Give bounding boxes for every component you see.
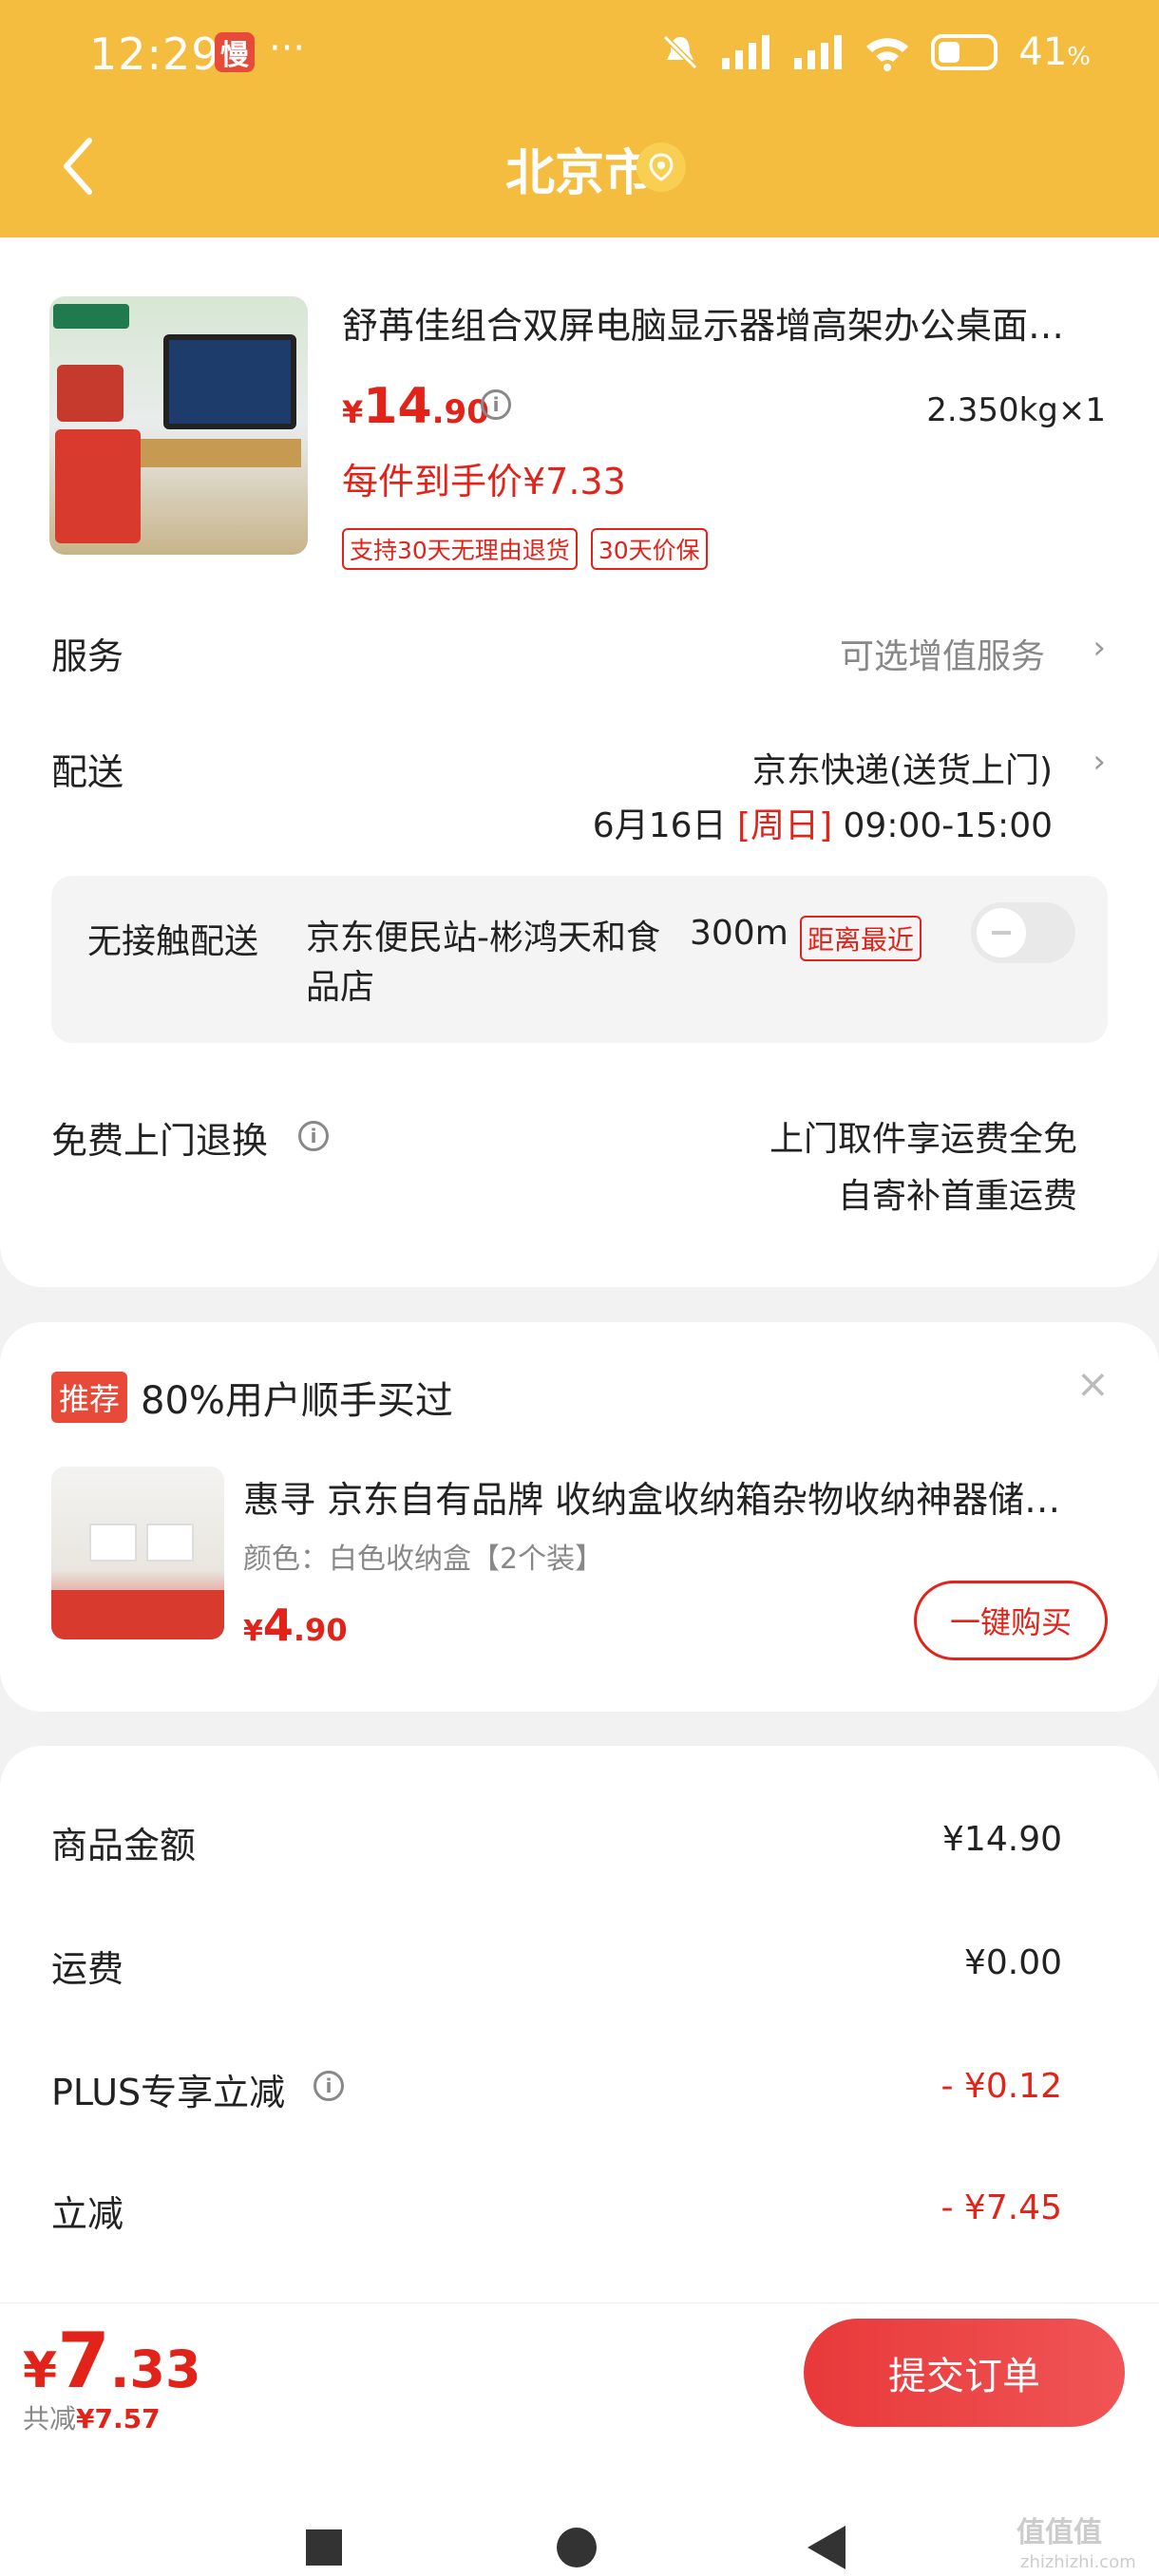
- status-time: 12:29: [89, 28, 220, 80]
- product-image[interactable]: [49, 296, 308, 555]
- battery-icon: [931, 34, 998, 70]
- free-return-info-icon[interactable]: i: [298, 1121, 329, 1151]
- mute-icon: [663, 34, 698, 70]
- shipping-value: ¥0.00: [963, 1943, 1062, 1982]
- unit-price: 每件到手价¥7.33: [342, 461, 626, 502]
- chevron-right-icon[interactable]: ›: [1092, 629, 1106, 667]
- battery-percent: 41%: [1018, 30, 1091, 74]
- nearest-tag: 距离最近: [800, 916, 922, 961]
- recommend-product-title[interactable]: 惠寻 京东自有品牌 收纳盒收纳箱杂物收纳神器储…: [243, 1470, 1079, 1523]
- free-return-label: 免费上门退换: [51, 1120, 269, 1162]
- header-bar: 12:29 慢 ··· 41% 北京市: [0, 0, 1159, 237]
- page-title: 北京市: [504, 145, 654, 202]
- chevron-right-icon[interactable]: ›: [1092, 743, 1106, 781]
- product-title[interactable]: 舒苒佳组合双屏电脑显示器增高架办公桌面…: [342, 296, 1102, 349]
- status-bar: 12:29 慢 ··· 41%: [0, 0, 1159, 112]
- more-notifications-icon: ···: [269, 27, 306, 70]
- price-summary-card: 商品金额 ¥14.90 运费 ¥0.00 PLUS专享立减 i - ¥0.12 …: [0, 1746, 1159, 2316]
- submit-order-button[interactable]: 提交订单: [804, 2319, 1125, 2427]
- return-tag: 支持30天无理由退货: [342, 528, 578, 570]
- service-value[interactable]: 可选增值服务: [840, 629, 1045, 678]
- recommend-product-price: ¥4.90: [243, 1600, 348, 1651]
- plus-discount-value: - ¥0.12: [940, 2067, 1063, 2106]
- recommend-card: 推荐 80%用户顺手买过 × 惠寻 京东自有品牌 收纳盒收纳箱杂物收纳神器储… …: [0, 1322, 1159, 1712]
- one-click-buy-button[interactable]: 一键购买: [914, 1581, 1108, 1660]
- goods-amount-value: ¥14.90: [942, 1820, 1062, 1859]
- price-protect-tag: 30天价保: [590, 528, 708, 570]
- status-icons: 41%: [661, 28, 1091, 76]
- wifi-icon: [866, 38, 909, 71]
- recommend-product-image[interactable]: [51, 1467, 224, 1639]
- delivery-label: 配送: [51, 751, 124, 793]
- contactless-delivery-box: 无接触配送 京东便民站-彬鸿天和食品店 300m 距离最近: [51, 876, 1108, 1043]
- discount-label: 立减: [51, 2193, 124, 2235]
- total-price: ¥7.33: [23, 2317, 201, 2405]
- free-return-line1: 上门取件享运费全免: [769, 1120, 1077, 1159]
- total-saved: 共减¥7.57: [23, 2403, 161, 2434]
- watermark-url: zhizhizhi.com: [1020, 2552, 1136, 2572]
- recent-apps-icon[interactable]: [306, 2529, 342, 2566]
- watermark: 值值值: [1016, 2516, 1102, 2549]
- service-label: 服务: [51, 635, 124, 677]
- checkout-bar: ¥7.33 共减¥7.57 提交订单 值值值 zhizhizhi.com: [0, 2302, 1159, 2576]
- contactless-label: 无接触配送: [87, 922, 259, 961]
- close-icon[interactable]: ×: [1076, 1360, 1110, 1407]
- product-tags: 支持30天无理由退货 30天价保: [342, 528, 708, 570]
- shipping-label: 运费: [51, 1948, 124, 1990]
- back-icon[interactable]: [808, 2526, 846, 2569]
- plus-discount-label: PLUS专享立减: [51, 2072, 286, 2113]
- store-distance: 300m: [690, 914, 788, 953]
- contactless-toggle[interactable]: [971, 902, 1075, 963]
- free-return-line2: 自寄补首重运费: [837, 1177, 1077, 1216]
- delivery-method[interactable]: 京东快递(送货上门): [752, 743, 1053, 792]
- location-pin-icon[interactable]: [636, 142, 686, 192]
- app-notification-icon: 慢: [215, 32, 255, 72]
- discount-value: - ¥7.45: [940, 2188, 1063, 2227]
- product-price: ¥14.90: [342, 378, 489, 435]
- goods-amount-label: 商品金额: [51, 1825, 197, 1866]
- plus-info-icon[interactable]: i: [314, 2071, 344, 2101]
- recommend-badge: 推荐: [51, 1372, 128, 1423]
- signal-icon-2: [794, 35, 843, 69]
- signal-icon: [722, 35, 770, 69]
- system-nav-bar: [0, 2484, 1159, 2575]
- home-icon[interactable]: [557, 2528, 597, 2567]
- delivery-time: 6月16日 [周日] 09:00-15:00: [592, 806, 1053, 845]
- pickup-store: 京东便民站-彬鸿天和食品店: [306, 919, 660, 1007]
- recommend-product-color: 颜色：白色收纳盒【2个装】: [243, 1543, 604, 1576]
- recommend-text: 80%用户顺手买过: [141, 1379, 453, 1423]
- price-info-icon[interactable]: i: [481, 389, 511, 420]
- product-weight: 2.350kg×1: [926, 391, 1106, 429]
- order-card: 舒苒佳组合双屏电脑显示器增高架办公桌面… ¥14.90 i 2.350kg×1 …: [0, 237, 1159, 1287]
